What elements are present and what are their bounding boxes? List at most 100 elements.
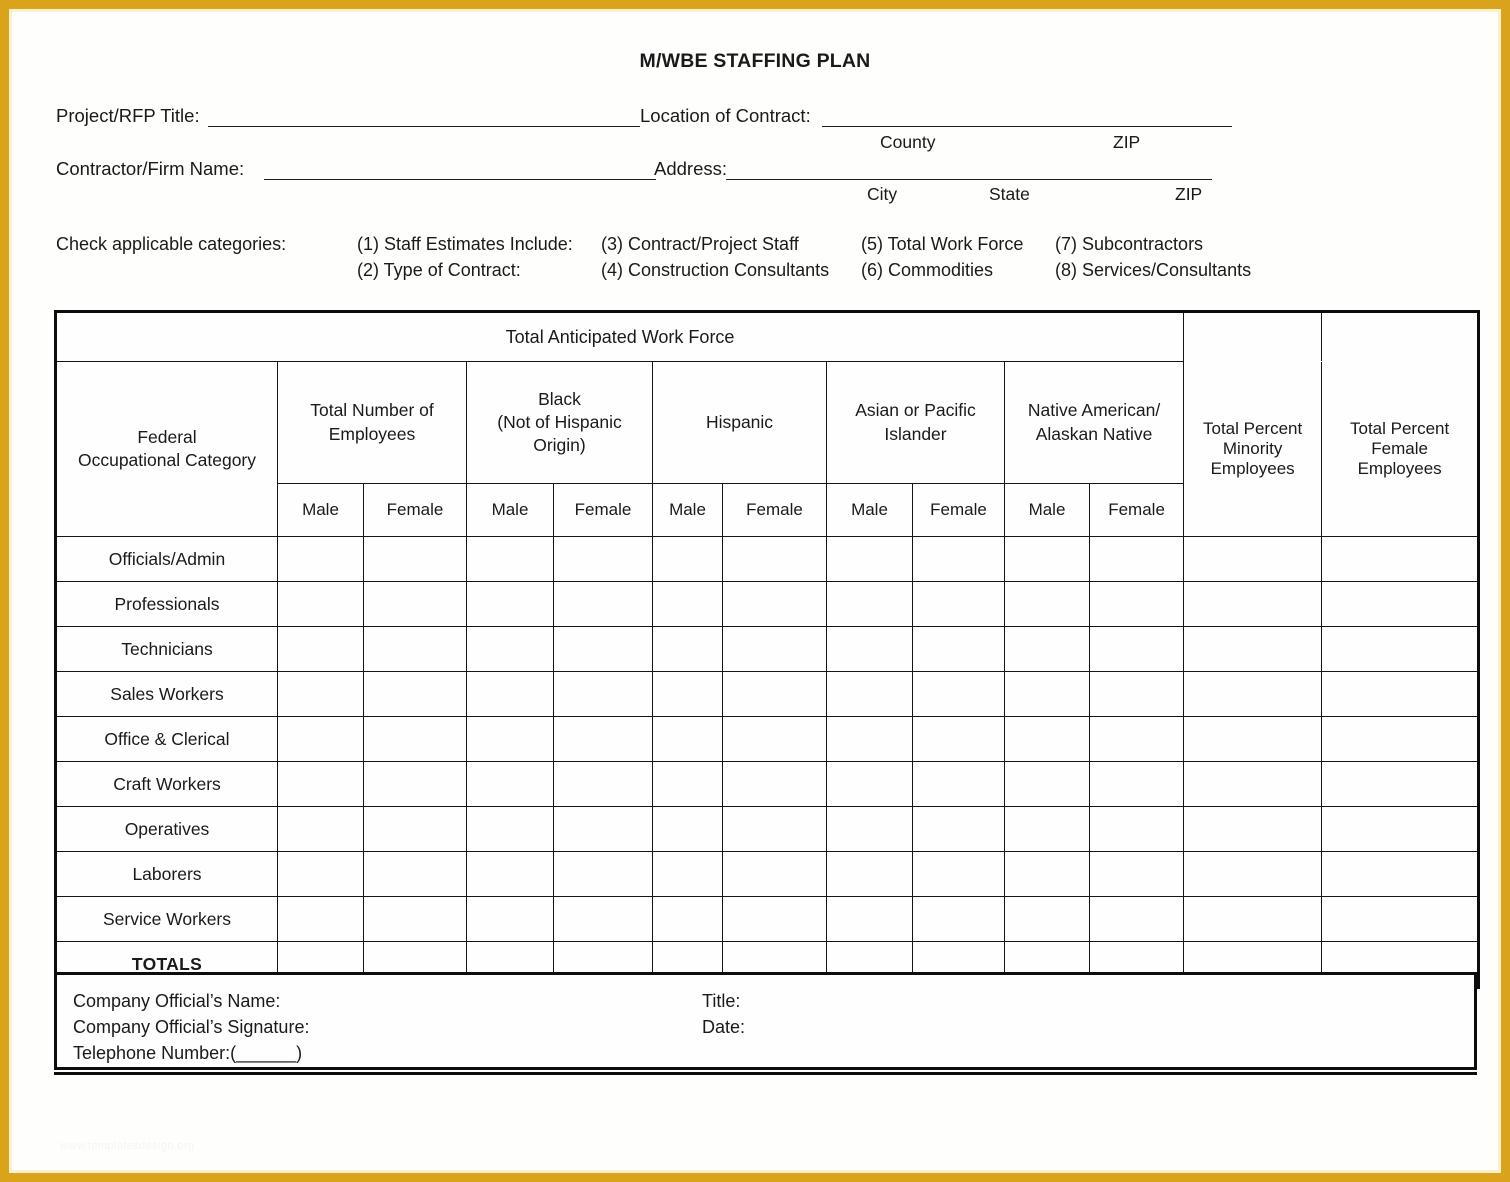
cell-operatives-native-male[interactable] [1004, 806, 1090, 852]
cell-craft-workers-hispanic-female[interactable] [722, 761, 827, 807]
cell-operatives-hispanic-female[interactable] [722, 806, 827, 852]
cell-office-clerical-pct-minority[interactable] [1183, 716, 1323, 762]
cell-service-workers-pct-minority[interactable] [1183, 896, 1323, 942]
category-item-3[interactable]: (3) Contract/Project Staff [601, 234, 799, 255]
cell-operatives-black-male[interactable] [466, 806, 554, 852]
cell-officials-admin-asian-female[interactable] [912, 536, 1005, 582]
cell-office-clerical-native-female[interactable] [1088, 716, 1185, 762]
cell-craft-workers-asian-male[interactable] [826, 761, 913, 807]
project-title-input-rule[interactable] [208, 126, 640, 127]
cell-officials-admin-black-male[interactable] [466, 536, 554, 582]
cell-operatives-black-female[interactable] [553, 806, 653, 852]
cell-technicians-native-male[interactable] [1004, 626, 1090, 672]
cell-officials-admin-native-male[interactable] [1004, 536, 1090, 582]
cell-officials-admin-total-male[interactable] [277, 536, 364, 582]
cell-sales-workers-black-male[interactable] [466, 671, 554, 717]
cell-laborers-pct-minority[interactable] [1183, 851, 1323, 897]
cell-operatives-total-male[interactable] [277, 806, 364, 852]
cell-technicians-asian-female[interactable] [912, 626, 1005, 672]
cell-operatives-native-female[interactable] [1088, 806, 1185, 852]
category-item-6[interactable]: (6) Commodities [861, 260, 993, 281]
cell-service-workers-pct-female[interactable] [1321, 896, 1480, 942]
cell-laborers-total-female[interactable] [363, 851, 467, 897]
cell-technicians-total-female[interactable] [363, 626, 467, 672]
cell-service-workers-asian-male[interactable] [826, 896, 913, 942]
cell-office-clerical-total-female[interactable] [363, 716, 467, 762]
category-item-7[interactable]: (7) Subcontractors [1055, 234, 1203, 255]
cell-officials-admin-pct-minority[interactable] [1183, 536, 1323, 582]
cell-professionals-asian-female[interactable] [912, 581, 1005, 627]
cell-laborers-native-female[interactable] [1088, 851, 1185, 897]
cell-technicians-hispanic-female[interactable] [722, 626, 827, 672]
cell-professionals-black-female[interactable] [553, 581, 653, 627]
cell-laborers-asian-female[interactable] [912, 851, 1005, 897]
cell-craft-workers-asian-female[interactable] [912, 761, 1005, 807]
cell-craft-workers-pct-minority[interactable] [1183, 761, 1323, 807]
cell-technicians-black-female[interactable] [553, 626, 653, 672]
cell-service-workers-black-male[interactable] [466, 896, 554, 942]
cell-craft-workers-pct-female[interactable] [1321, 761, 1480, 807]
cell-craft-workers-total-male[interactable] [277, 761, 364, 807]
cell-sales-workers-hispanic-female[interactable] [722, 671, 827, 717]
cell-officials-admin-native-female[interactable] [1088, 536, 1185, 582]
cell-laborers-native-male[interactable] [1004, 851, 1090, 897]
cell-operatives-asian-male[interactable] [826, 806, 913, 852]
cell-sales-workers-hispanic-male[interactable] [652, 671, 723, 717]
cell-service-workers-hispanic-female[interactable] [722, 896, 827, 942]
cell-sales-workers-pct-minority[interactable] [1183, 671, 1323, 717]
cell-professionals-black-male[interactable] [466, 581, 554, 627]
cell-craft-workers-native-female[interactable] [1088, 761, 1185, 807]
cell-service-workers-asian-female[interactable] [912, 896, 1005, 942]
cell-technicians-total-male[interactable] [277, 626, 364, 672]
cell-laborers-black-female[interactable] [553, 851, 653, 897]
category-item-2[interactable]: (2) Type of Contract: [357, 260, 521, 281]
cell-craft-workers-black-female[interactable] [553, 761, 653, 807]
cell-technicians-pct-female[interactable] [1321, 626, 1480, 672]
cell-office-clerical-hispanic-female[interactable] [722, 716, 827, 762]
cell-operatives-total-female[interactable] [363, 806, 467, 852]
cell-technicians-asian-male[interactable] [826, 626, 913, 672]
cell-professionals-pct-female[interactable] [1321, 581, 1480, 627]
cell-service-workers-native-female[interactable] [1088, 896, 1185, 942]
address-input-rule[interactable] [726, 179, 1212, 180]
cell-officials-admin-pct-female[interactable] [1321, 536, 1480, 582]
cell-officials-admin-hispanic-male[interactable] [652, 536, 723, 582]
cell-craft-workers-black-male[interactable] [466, 761, 554, 807]
cell-sales-workers-asian-male[interactable] [826, 671, 913, 717]
cell-craft-workers-native-male[interactable] [1004, 761, 1090, 807]
cell-service-workers-total-male[interactable] [277, 896, 364, 942]
cell-professionals-hispanic-male[interactable] [652, 581, 723, 627]
cell-operatives-hispanic-male[interactable] [652, 806, 723, 852]
cell-service-workers-black-female[interactable] [553, 896, 653, 942]
cell-office-clerical-native-male[interactable] [1004, 716, 1090, 762]
contractor-firm-name-input-rule[interactable] [264, 179, 656, 180]
cell-laborers-pct-female[interactable] [1321, 851, 1480, 897]
cell-sales-workers-asian-female[interactable] [912, 671, 1005, 717]
cell-laborers-asian-male[interactable] [826, 851, 913, 897]
cell-office-clerical-total-male[interactable] [277, 716, 364, 762]
cell-sales-workers-total-female[interactable] [363, 671, 467, 717]
cell-professionals-asian-male[interactable] [826, 581, 913, 627]
cell-office-clerical-asian-male[interactable] [826, 716, 913, 762]
cell-officials-admin-black-female[interactable] [553, 536, 653, 582]
cell-service-workers-total-female[interactable] [363, 896, 467, 942]
cell-officials-admin-total-female[interactable] [363, 536, 467, 582]
cell-office-clerical-black-female[interactable] [553, 716, 653, 762]
category-item-5[interactable]: (5) Total Work Force [861, 234, 1023, 255]
cell-craft-workers-total-female[interactable] [363, 761, 467, 807]
cell-laborers-hispanic-male[interactable] [652, 851, 723, 897]
category-item-8[interactable]: (8) Services/Consultants [1055, 260, 1251, 281]
cell-service-workers-native-male[interactable] [1004, 896, 1090, 942]
cell-office-clerical-black-male[interactable] [466, 716, 554, 762]
cell-craft-workers-hispanic-male[interactable] [652, 761, 723, 807]
cell-office-clerical-pct-female[interactable] [1321, 716, 1480, 762]
cell-service-workers-hispanic-male[interactable] [652, 896, 723, 942]
cell-operatives-pct-female[interactable] [1321, 806, 1480, 852]
cell-sales-workers-total-male[interactable] [277, 671, 364, 717]
cell-professionals-total-female[interactable] [363, 581, 467, 627]
cell-technicians-hispanic-male[interactable] [652, 626, 723, 672]
cell-laborers-black-male[interactable] [466, 851, 554, 897]
cell-operatives-pct-minority[interactable] [1183, 806, 1323, 852]
cell-office-clerical-hispanic-male[interactable] [652, 716, 723, 762]
cell-operatives-asian-female[interactable] [912, 806, 1005, 852]
